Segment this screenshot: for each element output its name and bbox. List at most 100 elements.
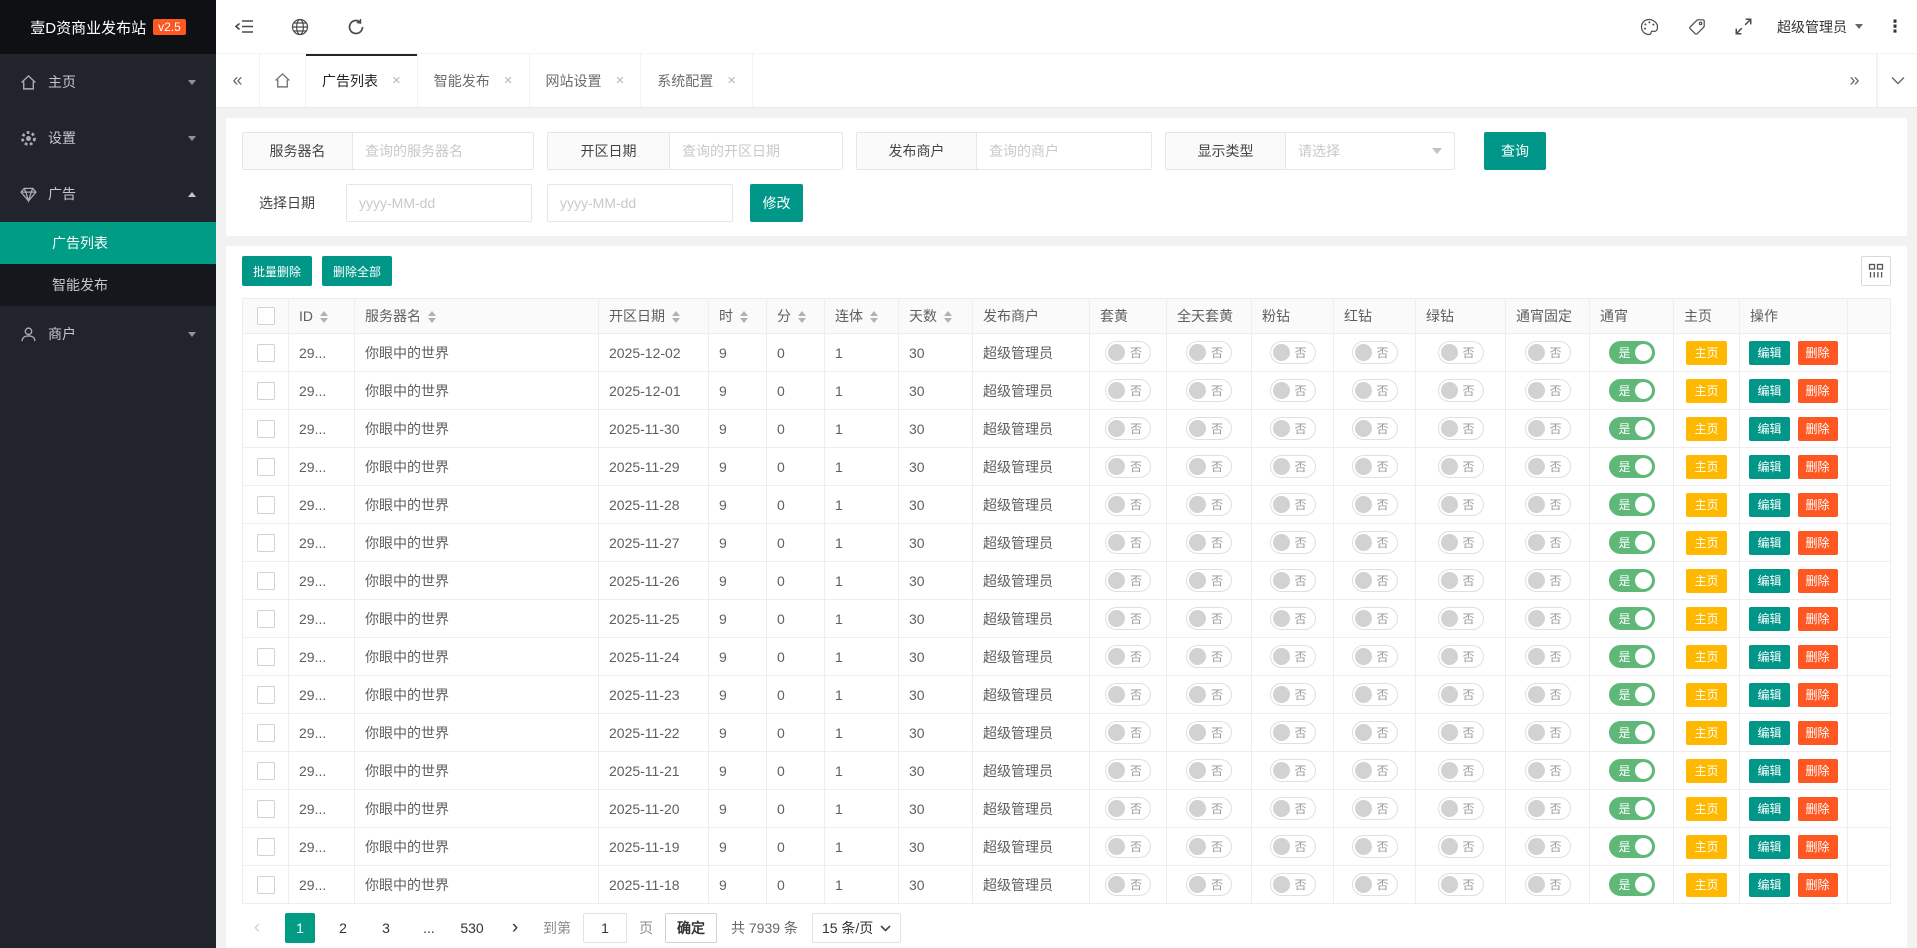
overnight-switch[interactable]: 是 <box>1609 721 1655 744</box>
homepage-button[interactable]: 主页 <box>1686 683 1726 707</box>
overnight-fixed-switch[interactable]: 否 <box>1525 721 1571 744</box>
tag-icon[interactable] <box>1673 0 1720 54</box>
sort-icon[interactable] <box>672 311 680 323</box>
batch-delete-button[interactable]: 批量删除 <box>242 256 312 286</box>
edit-button[interactable]: 编辑 <box>1749 569 1789 593</box>
pink-diamond-switch[interactable]: 否 <box>1270 645 1316 668</box>
all-day-tao-huang-switch[interactable]: 否 <box>1186 531 1232 554</box>
delete-button[interactable]: 删除 <box>1798 493 1838 517</box>
tabs-scroll-right-icon[interactable]: » <box>1833 54 1877 107</box>
green-diamond-switch[interactable]: 否 <box>1438 873 1484 896</box>
overnight-fixed-switch[interactable]: 否 <box>1525 379 1571 402</box>
red-diamond-switch[interactable]: 否 <box>1352 569 1398 592</box>
date-range-start-input[interactable] <box>346 184 532 222</box>
pink-diamond-switch[interactable]: 否 <box>1270 379 1316 402</box>
column-header-server-name[interactable]: 服务器名 <box>355 299 599 334</box>
overnight-fixed-switch[interactable]: 否 <box>1525 645 1571 668</box>
goto-page-input[interactable] <box>583 913 627 943</box>
overnight-fixed-switch[interactable]: 否 <box>1525 569 1571 592</box>
column-header-hour[interactable]: 时 <box>709 299 767 334</box>
red-diamond-switch[interactable]: 否 <box>1352 759 1398 782</box>
tao-huang-switch[interactable]: 否 <box>1105 341 1151 364</box>
green-diamond-switch[interactable]: 否 <box>1438 645 1484 668</box>
overnight-switch[interactable]: 是 <box>1609 873 1655 896</box>
sort-icon[interactable] <box>320 311 328 323</box>
row-checkbox[interactable] <box>257 724 275 742</box>
tab-1[interactable]: 广告列表× <box>306 54 418 107</box>
homepage-button[interactable]: 主页 <box>1686 531 1726 555</box>
sort-icon[interactable] <box>798 311 806 323</box>
fullscreen-icon[interactable] <box>1720 0 1767 54</box>
edit-button[interactable]: 编辑 <box>1749 797 1789 821</box>
red-diamond-switch[interactable]: 否 <box>1352 873 1398 896</box>
sort-icon[interactable] <box>428 311 436 323</box>
homepage-button[interactable]: 主页 <box>1686 873 1726 897</box>
edit-button[interactable]: 编辑 <box>1749 417 1789 441</box>
tao-huang-switch[interactable]: 否 <box>1105 797 1151 820</box>
overnight-fixed-switch[interactable]: 否 <box>1525 683 1571 706</box>
green-diamond-switch[interactable]: 否 <box>1438 569 1484 592</box>
row-checkbox[interactable] <box>257 382 275 400</box>
sort-icon[interactable] <box>740 311 748 323</box>
green-diamond-switch[interactable]: 否 <box>1438 797 1484 820</box>
overnight-switch[interactable]: 是 <box>1609 645 1655 668</box>
all-day-tao-huang-switch[interactable]: 否 <box>1186 721 1232 744</box>
sidebar-item-ads[interactable]: 广告 <box>0 166 216 222</box>
green-diamond-switch[interactable]: 否 <box>1438 379 1484 402</box>
red-diamond-switch[interactable]: 否 <box>1352 531 1398 554</box>
delete-button[interactable]: 删除 <box>1798 379 1838 403</box>
search-button[interactable]: 查询 <box>1484 132 1546 170</box>
pink-diamond-switch[interactable]: 否 <box>1270 835 1316 858</box>
homepage-button[interactable]: 主页 <box>1686 569 1726 593</box>
column-header-joint[interactable]: 连体 <box>825 299 899 334</box>
red-diamond-switch[interactable]: 否 <box>1352 379 1398 402</box>
column-settings-button[interactable] <box>1861 256 1891 286</box>
overnight-fixed-switch[interactable]: 否 <box>1525 455 1571 478</box>
red-diamond-switch[interactable]: 否 <box>1352 455 1398 478</box>
sort-icon[interactable] <box>944 311 952 323</box>
overnight-switch[interactable]: 是 <box>1609 607 1655 630</box>
tao-huang-switch[interactable]: 否 <box>1105 607 1151 630</box>
delete-button[interactable]: 删除 <box>1798 721 1838 745</box>
delete-button[interactable]: 删除 <box>1798 569 1838 593</box>
red-diamond-switch[interactable]: 否 <box>1352 645 1398 668</box>
tao-huang-switch[interactable]: 否 <box>1105 455 1151 478</box>
overnight-fixed-switch[interactable]: 否 <box>1525 835 1571 858</box>
red-diamond-switch[interactable]: 否 <box>1352 835 1398 858</box>
row-checkbox[interactable] <box>257 762 275 780</box>
tao-huang-switch[interactable]: 否 <box>1105 569 1151 592</box>
overnight-fixed-switch[interactable]: 否 <box>1525 341 1571 364</box>
open-date-input[interactable] <box>670 133 842 169</box>
homepage-button[interactable]: 主页 <box>1686 797 1726 821</box>
page-number-530[interactable]: 530 <box>457 913 487 943</box>
homepage-button[interactable]: 主页 <box>1686 417 1726 441</box>
pink-diamond-switch[interactable]: 否 <box>1270 341 1316 364</box>
overnight-switch[interactable]: 是 <box>1609 341 1655 364</box>
edit-button[interactable]: 编辑 <box>1749 531 1789 555</box>
homepage-button[interactable]: 主页 <box>1686 607 1726 631</box>
select-all-checkbox[interactable] <box>257 307 275 325</box>
pink-diamond-switch[interactable]: 否 <box>1270 683 1316 706</box>
red-diamond-switch[interactable]: 否 <box>1352 721 1398 744</box>
tabs-dropdown-icon[interactable] <box>1877 54 1917 107</box>
overnight-fixed-switch[interactable]: 否 <box>1525 417 1571 440</box>
delete-button[interactable]: 删除 <box>1798 873 1838 897</box>
green-diamond-switch[interactable]: 否 <box>1438 341 1484 364</box>
red-diamond-switch[interactable]: 否 <box>1352 493 1398 516</box>
page-number-1[interactable]: 1 <box>285 913 315 943</box>
row-checkbox[interactable] <box>257 648 275 666</box>
theme-palette-icon[interactable] <box>1626 0 1673 54</box>
overnight-fixed-switch[interactable]: 否 <box>1525 607 1571 630</box>
green-diamond-switch[interactable]: 否 <box>1438 759 1484 782</box>
overnight-switch[interactable]: 是 <box>1609 797 1655 820</box>
delete-button[interactable]: 删除 <box>1798 531 1838 555</box>
row-checkbox[interactable] <box>257 458 275 476</box>
all-day-tao-huang-switch[interactable]: 否 <box>1186 341 1232 364</box>
delete-button[interactable]: 删除 <box>1798 645 1838 669</box>
sort-icon[interactable] <box>870 311 878 323</box>
green-diamond-switch[interactable]: 否 <box>1438 835 1484 858</box>
pink-diamond-switch[interactable]: 否 <box>1270 569 1316 592</box>
tao-huang-switch[interactable]: 否 <box>1105 645 1151 668</box>
row-checkbox[interactable] <box>257 420 275 438</box>
overnight-switch[interactable]: 是 <box>1609 493 1655 516</box>
